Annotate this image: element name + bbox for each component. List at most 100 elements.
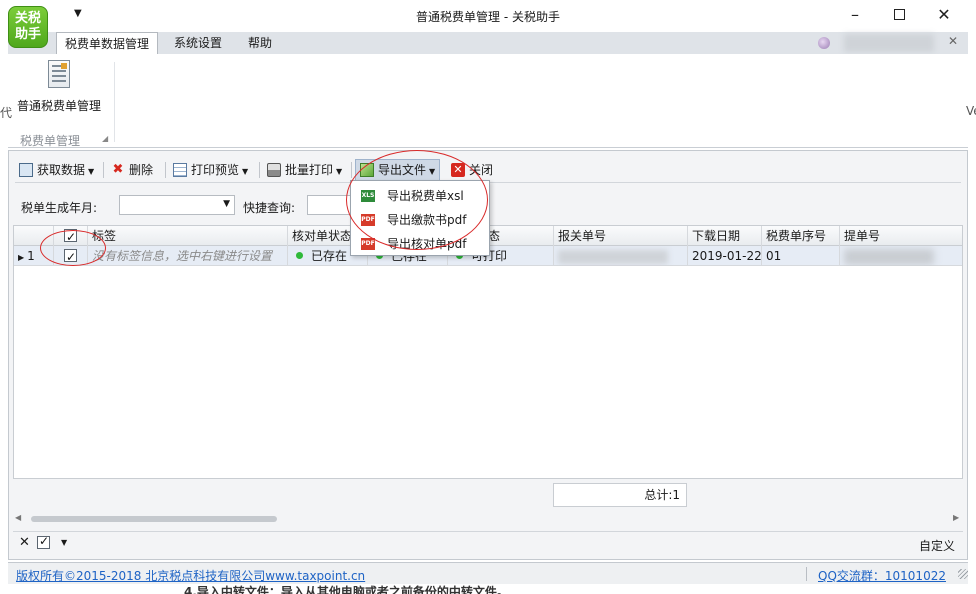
delete-button[interactable]: ✖ 删除 xyxy=(111,160,153,180)
pdf-icon: PDF xyxy=(361,238,375,250)
month-label: 税单生成年月: xyxy=(21,201,98,215)
batch-print-label: 批量打印 xyxy=(285,163,334,177)
toolbar-separator xyxy=(103,162,104,178)
title-bar: 关税助手 ▼ 普通税费单管理 - 关税助手 – ✕ xyxy=(0,0,976,48)
bill-no-cell[interactable] xyxy=(840,246,962,266)
col-header-declaration-no[interactable]: 报关单号 xyxy=(554,226,688,246)
menu-item-label: 导出税费单xsl xyxy=(387,189,464,203)
print-preview-label: 打印预览 xyxy=(191,163,240,177)
chevron-down-icon: ▼ xyxy=(88,167,95,176)
maximize-button[interactable] xyxy=(876,2,922,28)
app-logo: 关税助手 xyxy=(8,6,48,48)
document-icon xyxy=(48,60,70,88)
ribbon-panel: 普通税费单管理 税费单管理 ◢ xyxy=(8,54,968,148)
window-title: 普通税费单管理 - 关税助手 xyxy=(416,10,560,24)
menu-item-export-tax-xsl[interactable]: XLS 导出税费单xsl xyxy=(353,184,487,208)
export-file-button[interactable]: 导出文件 ▼ xyxy=(355,159,441,181)
minimize-button[interactable]: – xyxy=(832,2,878,28)
chevron-down-icon: ▼ xyxy=(223,199,230,209)
normal-tax-bill-button[interactable]: 普通税费单管理 xyxy=(14,58,104,124)
col-header-download-date[interactable]: 下载日期 xyxy=(688,226,762,246)
declaration-no-cell[interactable] xyxy=(554,246,688,266)
export-icon xyxy=(360,162,374,177)
row-checkbox[interactable] xyxy=(54,246,88,266)
enable-filter-checkbox[interactable] xyxy=(37,534,50,549)
pdf-icon: PDF xyxy=(361,214,375,226)
chevron-down-icon: ▼ xyxy=(429,167,436,176)
tab-tax-data[interactable]: 税费单数据管理 xyxy=(56,32,159,55)
tax-seq-cell[interactable]: 01 xyxy=(762,246,840,266)
clear-filter-icon[interactable]: ✕ xyxy=(19,535,30,550)
tab-help[interactable]: 帮助 xyxy=(240,32,280,54)
menu-item-export-check-pdf[interactable]: PDF 导出核对单pdf xyxy=(353,232,487,256)
footer-divider xyxy=(806,567,807,581)
close-icon: ✕ xyxy=(451,162,465,177)
background-edge-text-right: Ve xyxy=(966,104,976,118)
customize-button[interactable]: 自定义 xyxy=(919,537,955,554)
menu-item-export-payment-pdf[interactable]: PDF 导出缴款书pdf xyxy=(353,208,487,232)
row-number: 1 xyxy=(27,249,35,263)
status-ok-icon xyxy=(296,252,303,259)
data-grid: 标签 核对单状态 生成状态 报关单号 下载日期 税费单序号 提单号 ▶1 没有标… xyxy=(13,225,963,479)
select-all-checkbox[interactable] xyxy=(54,226,88,246)
tab-system-settings[interactable]: 系统设置 xyxy=(166,32,230,54)
month-select[interactable]: ▼ xyxy=(119,195,235,215)
summary-total: 总计:1 xyxy=(553,483,687,507)
ribbon-button-label: 普通税费单管理 xyxy=(16,99,101,113)
checkbox-icon xyxy=(64,247,77,266)
preview-icon xyxy=(173,162,187,177)
user-info-redacted xyxy=(844,34,934,52)
ribbon-close-icon[interactable]: ✕ xyxy=(948,34,958,48)
status-bar: 版权所有©2015-2018 北京税点科技有限公司www.taxpoint.cn… xyxy=(8,562,968,584)
scroll-left-icon[interactable]: ◀ xyxy=(15,513,21,522)
redacted-value xyxy=(558,249,668,264)
delete-icon: ✖ xyxy=(112,161,124,177)
check-status-text: 已存在 xyxy=(311,249,348,263)
qq-group-link[interactable]: QQ交流群：10101022 xyxy=(818,567,946,584)
resize-grip-icon[interactable] xyxy=(958,569,968,579)
download-date-cell[interactable]: 2019-01-22 xyxy=(688,246,762,266)
toolbar-separator xyxy=(259,162,260,178)
export-menu: XLS 导出税费单xsl PDF 导出缴款书pdf PDF 导出核对单pdf xyxy=(350,180,490,256)
print-preview-button[interactable]: 打印预览 ▼ xyxy=(173,160,248,180)
close-label: 关闭 xyxy=(469,163,494,177)
col-header-tag[interactable]: 标签 xyxy=(88,226,288,246)
close-window-button[interactable]: ✕ xyxy=(921,2,967,28)
col-header-bill-no[interactable]: 提单号 xyxy=(840,226,962,246)
chevron-down-icon[interactable]: ▼ xyxy=(61,538,67,547)
copyright-link[interactable]: 版权所有©2015-2018 北京税点科技有限公司www.taxpoint.cn xyxy=(16,567,365,584)
chevron-down-icon: ▼ xyxy=(336,167,343,176)
redacted-value xyxy=(844,248,934,265)
row-number-cell: ▶ 1 xyxy=(14,246,54,266)
menu-item-label: 导出核对单pdf xyxy=(387,237,467,251)
printer-icon xyxy=(267,162,281,177)
background-document-text: 4.导入中转文件：导入从其他电脑或者之前备份的中转文件。 xyxy=(184,585,509,594)
group-divider xyxy=(114,62,115,142)
tag-cell[interactable]: 没有标签信息，选中右键进行设置 xyxy=(88,246,288,266)
col-header-tax-seq[interactable]: 税费单序号 xyxy=(762,226,840,246)
ribbon-tab-bar: 税费单数据管理 系统设置 帮助 ✕ xyxy=(8,32,968,55)
ribbon-group-label: 税费单管理 xyxy=(20,134,81,148)
group-launcher-icon[interactable]: ◢ xyxy=(102,134,108,143)
scrollbar-thumb[interactable] xyxy=(31,516,277,522)
user-status-icon xyxy=(818,37,830,49)
scroll-right-icon[interactable]: ▶ xyxy=(953,513,959,522)
close-button[interactable]: ✕ 关闭 xyxy=(451,160,493,180)
menu-item-label: 导出缴款书pdf xyxy=(387,213,467,227)
fetch-data-button[interactable]: 获取数据 ▼ xyxy=(19,160,94,180)
filter-status-bar: ✕ ▼ 自定义 xyxy=(13,531,963,555)
fetch-label: 获取数据 xyxy=(37,163,86,177)
quick-search-label: 快捷查询: xyxy=(243,201,296,215)
toolbar-separator xyxy=(351,162,352,178)
xls-icon: XLS xyxy=(361,190,375,202)
chevron-down-icon: ▼ xyxy=(242,167,249,176)
delete-label: 删除 xyxy=(129,163,154,177)
background-edge-text-left: 代 xyxy=(0,106,13,120)
maximize-icon xyxy=(893,9,905,20)
fetch-icon xyxy=(19,162,33,177)
toolbar-separator xyxy=(165,162,166,178)
horizontal-scrollbar[interactable]: ◀ ▶ xyxy=(13,511,963,527)
batch-print-button[interactable]: 批量打印 ▼ xyxy=(267,160,342,180)
row-header-corner xyxy=(14,226,54,246)
export-file-label: 导出文件 xyxy=(378,163,427,177)
